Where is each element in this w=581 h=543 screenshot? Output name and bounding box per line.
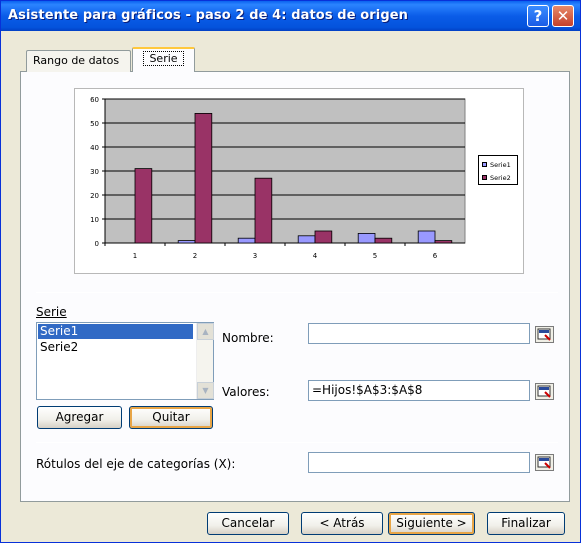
bar-serie2-1 xyxy=(134,168,153,244)
list-item-serie1[interactable]: Serie1 xyxy=(38,324,193,339)
list-item-serie2[interactable]: Serie2 xyxy=(38,340,193,355)
remove-series-button[interactable]: Quitar xyxy=(129,406,213,429)
y-tick-label: 0 xyxy=(95,240,99,248)
collapse-dialog-values-icon[interactable] xyxy=(535,383,554,400)
bar-serie1-6 xyxy=(417,230,436,244)
next-button[interactable]: Siguiente > xyxy=(388,512,475,535)
y-tick-label: 10 xyxy=(90,216,99,224)
bar-serie2-2 xyxy=(194,112,213,244)
y-tick-label: 60 xyxy=(90,96,99,104)
bar-serie2-4 xyxy=(314,230,333,244)
x-tick-label: 6 xyxy=(433,252,438,260)
bar-serie1-5 xyxy=(357,232,376,244)
help-icon[interactable]: ? xyxy=(527,5,549,27)
bar-serie1-4 xyxy=(297,235,316,244)
legend-swatch-serie2 xyxy=(482,175,487,180)
bar-serie2-5 xyxy=(374,237,393,244)
y-tick-label: 20 xyxy=(90,192,99,200)
tab-rango-de-datos[interactable]: Rango de datos xyxy=(26,50,131,72)
bar-serie1-2 xyxy=(177,240,196,244)
name-field[interactable] xyxy=(308,323,530,344)
cancel-button[interactable]: Cancelar xyxy=(207,512,289,535)
legend-entry-serie2: Serie2 xyxy=(482,172,511,183)
values-field[interactable]: =Hijos!$A$3:$A$8 xyxy=(308,380,530,401)
chart-wizard-dialog: Asistente para gráficos - paso 2 de 4: d… xyxy=(0,0,581,543)
close-icon[interactable]: ✕ xyxy=(552,5,574,27)
collapse-icon-graphic xyxy=(537,328,551,341)
x-tick-label: 1 xyxy=(133,252,137,260)
legend-swatch-serie1 xyxy=(482,162,487,167)
legend-entry-serie1: Serie1 xyxy=(482,159,511,170)
window-title: Asistente para gráficos - paso 2 de 4: d… xyxy=(8,8,409,23)
category-axis-field[interactable] xyxy=(308,452,530,473)
tab-serie-label: Serie xyxy=(143,51,184,66)
serie-section-label: Serie xyxy=(36,305,67,319)
category-axis-label: Rótulos del eje de categorías (X): xyxy=(36,457,236,471)
back-button[interactable]: < Atrás xyxy=(301,512,383,535)
x-tick-label: 5 xyxy=(373,252,377,260)
chart-legend: Serie1 Serie2 xyxy=(478,155,518,185)
values-label: Valores: xyxy=(222,385,270,399)
scroll-down-icon[interactable]: ▼ xyxy=(197,382,214,399)
chart-preview: 0 10 20 30 40 50 60 1 2 3 4 5 6 xyxy=(74,88,524,274)
legend-label-serie2: Serie2 xyxy=(490,173,511,182)
x-tick-label: 4 xyxy=(313,252,318,260)
tab-serie[interactable]: Serie xyxy=(132,47,195,72)
y-tick-label: 50 xyxy=(90,120,99,128)
bar-serie2-3 xyxy=(254,177,273,244)
title-bar[interactable]: Asistente para gráficos - paso 2 de 4: d… xyxy=(1,1,580,31)
y-tick-label: 40 xyxy=(90,144,99,152)
name-label: Nombre: xyxy=(222,331,274,345)
bar-serie1-3 xyxy=(237,237,256,244)
collapse-icon-graphic xyxy=(537,385,551,398)
collapse-dialog-name-icon[interactable] xyxy=(535,326,554,343)
collapse-dialog-category-icon[interactable] xyxy=(535,454,554,471)
series-listbox[interactable]: Serie1 Serie2 ▲ ▼ xyxy=(36,322,214,400)
separator-top xyxy=(36,292,558,293)
separator-bottom xyxy=(36,442,558,443)
add-series-button[interactable]: Agregar xyxy=(37,406,122,429)
y-tick-label: 30 xyxy=(90,168,99,176)
chart-svg: 0 10 20 30 40 50 60 1 2 3 4 5 6 xyxy=(90,96,466,260)
collapse-icon-graphic xyxy=(537,456,551,469)
scroll-up-icon[interactable]: ▲ xyxy=(197,323,214,340)
finish-button[interactable]: Finalizar xyxy=(487,512,565,535)
x-tick-label: 3 xyxy=(253,252,257,260)
bar-serie2-6 xyxy=(434,240,453,244)
legend-label-serie1: Serie1 xyxy=(490,160,511,169)
x-tick-label: 2 xyxy=(193,252,197,260)
series-scrollbar[interactable]: ▲ ▼ xyxy=(196,323,214,399)
